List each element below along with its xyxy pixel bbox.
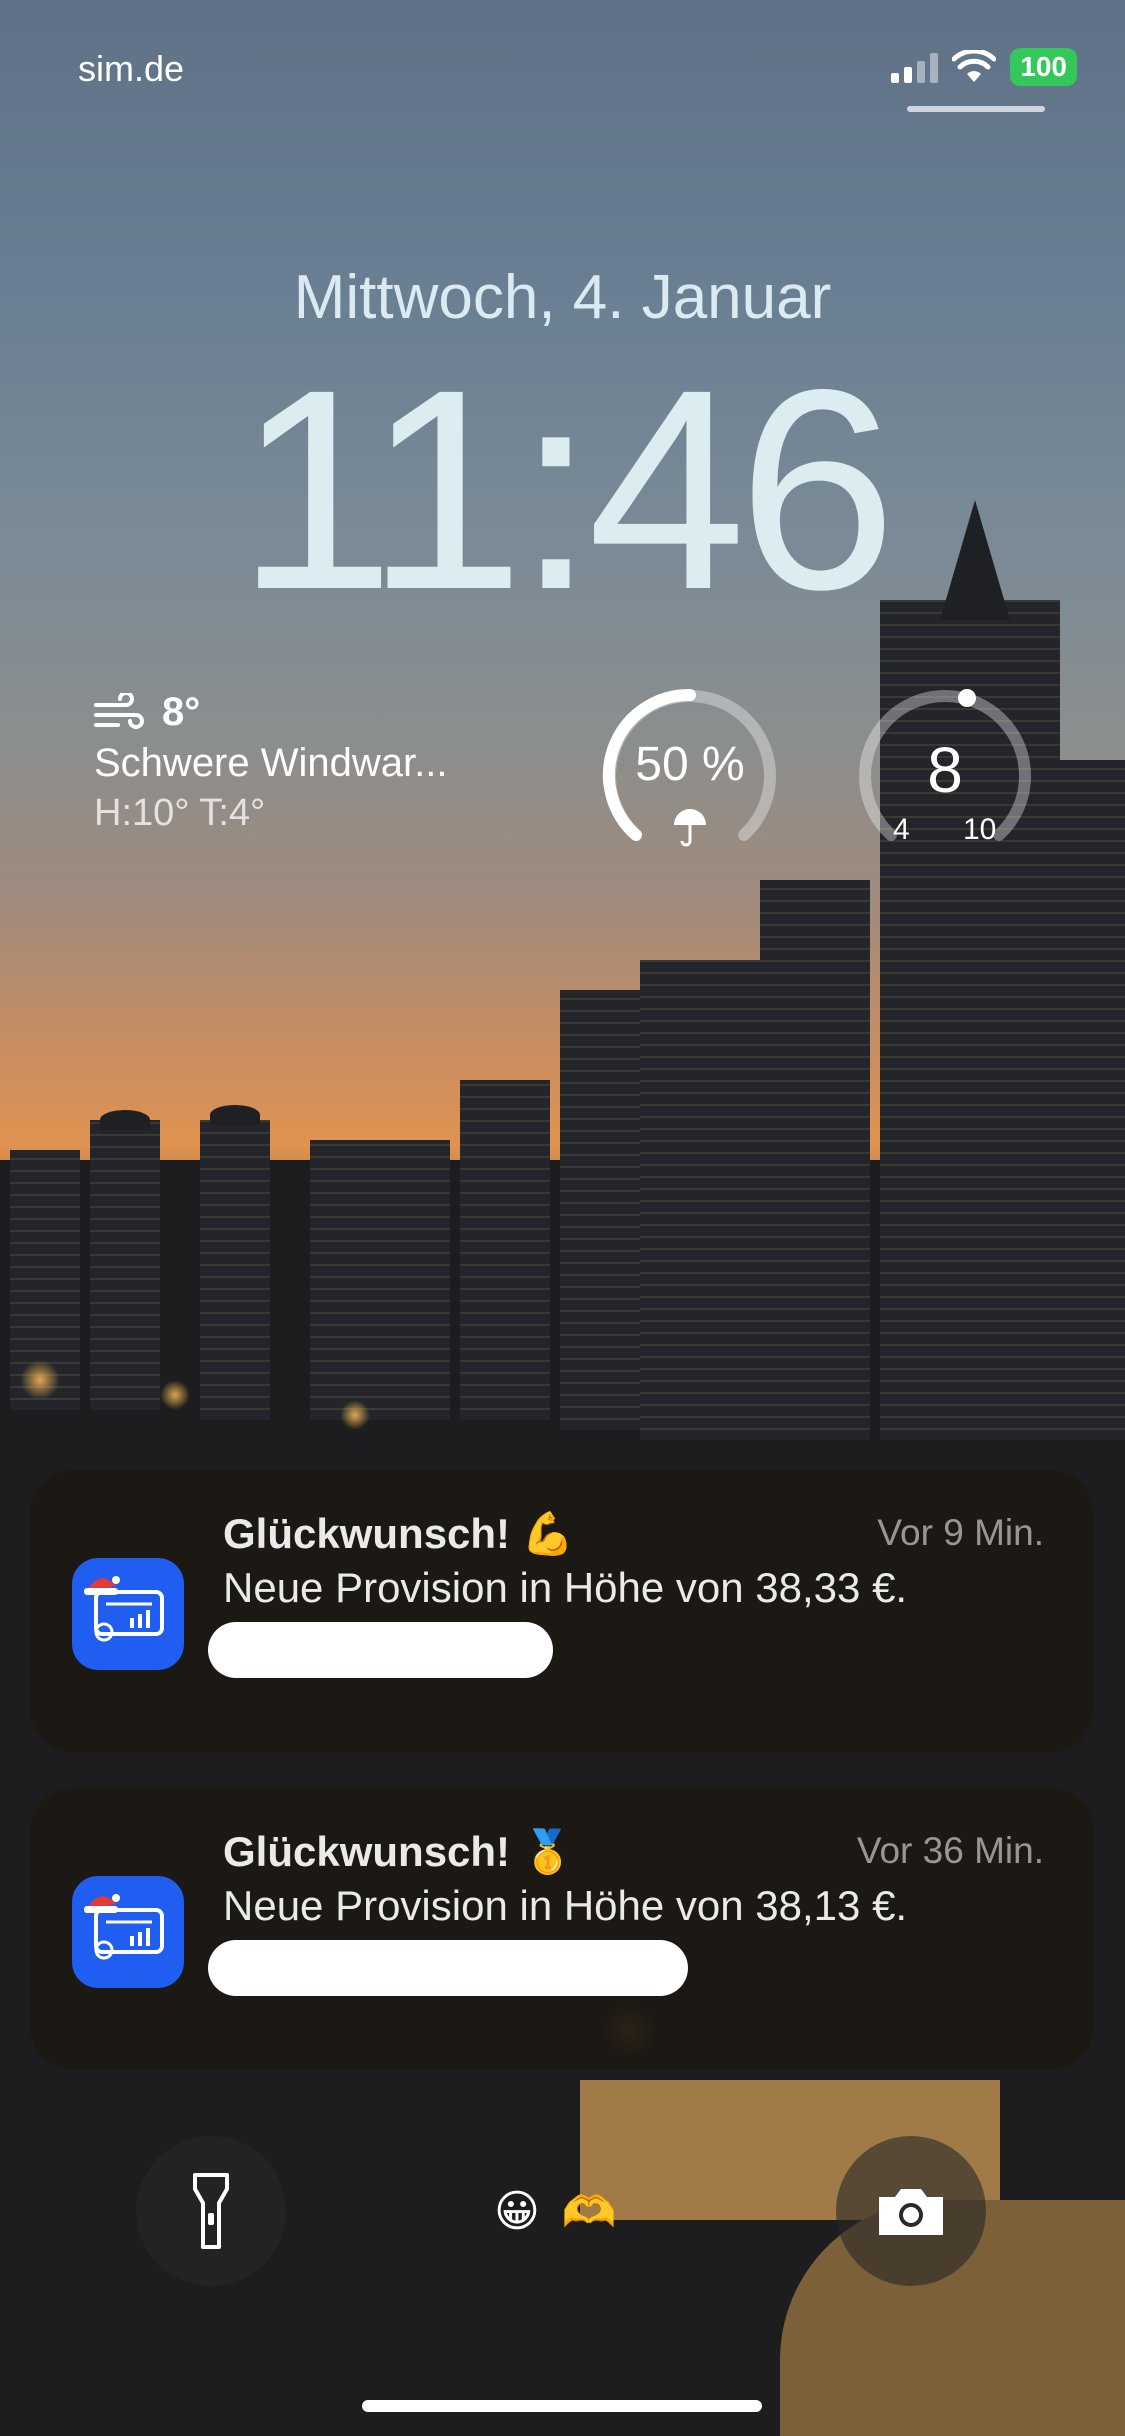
notification-card[interactable]: Glückwunsch! 💪 Vor 9 Min. Neue Provision… bbox=[30, 1470, 1094, 1752]
weather-widget[interactable]: 8° Schwere Windwar... H:10° T:4° bbox=[94, 690, 447, 835]
weather-temp: 8° bbox=[162, 690, 201, 734]
umbrella-icon bbox=[674, 809, 706, 847]
redaction-mark bbox=[208, 1940, 688, 1996]
emoji-heart-hands: 🫶 bbox=[561, 2187, 617, 2238]
notification-title: Glückwunsch! 💪 bbox=[223, 1510, 575, 1557]
temp-gauge-value: 8 bbox=[927, 734, 963, 806]
temperature-gauge-widget[interactable]: 8 4 10 bbox=[855, 685, 1035, 865]
lock-time: 11:46 bbox=[236, 331, 896, 649]
temp-gauge-marker bbox=[958, 689, 976, 707]
status-icons: 100 bbox=[891, 48, 1077, 86]
carrier-label: sim.de bbox=[78, 48, 185, 89]
rain-chance-widget[interactable]: 50 % bbox=[600, 685, 780, 865]
weather-high-low: H:10° T:4° bbox=[94, 792, 266, 834]
wifi-icon bbox=[952, 50, 997, 82]
app-icon bbox=[72, 1876, 184, 1988]
notification-title: Glückwunsch! 🥇 bbox=[223, 1828, 575, 1875]
home-indicator[interactable] bbox=[362, 2400, 762, 2412]
notification-time: Vor 9 Min. bbox=[877, 1512, 1044, 1553]
flashlight-icon bbox=[193, 2173, 229, 2249]
camera-icon bbox=[879, 2189, 943, 2235]
lock-screen: sim.de 100 Mittwoch, 4. Januar 11:46 8° … bbox=[0, 0, 1125, 2436]
notification-time: Vor 36 Min. bbox=[856, 1830, 1044, 1871]
emoji-indicators: 😀 🫶 bbox=[494, 2186, 617, 2238]
notification-body: Neue Provision in Höhe von 38,33 €. bbox=[223, 1564, 908, 1611]
temp-gauge-max: 10 bbox=[963, 813, 997, 846]
camera-button[interactable] bbox=[836, 2136, 986, 2286]
app-icon bbox=[72, 1558, 184, 1670]
lock-date: Mittwoch, 4. Januar bbox=[293, 263, 832, 332]
wind-icon bbox=[94, 692, 144, 729]
weather-condition: Schwere Windwar... bbox=[94, 741, 448, 785]
notification-body: Neue Provision in Höhe von 38,13 €. bbox=[223, 1882, 908, 1929]
redaction-mark bbox=[208, 1622, 553, 1678]
temp-gauge-min: 4 bbox=[893, 813, 910, 846]
battery-indicator: 100 bbox=[1010, 48, 1077, 86]
control-center-handle[interactable] bbox=[907, 106, 1045, 112]
rain-chance-value: 50 % bbox=[635, 738, 745, 791]
flashlight-button[interactable] bbox=[136, 2136, 286, 2286]
notification-card[interactable]: Glückwunsch! 🥇 Vor 36 Min. Neue Provisio… bbox=[30, 1788, 1094, 2070]
emoji-smile: 😀 bbox=[494, 2186, 540, 2237]
signal-icon bbox=[891, 51, 939, 83]
